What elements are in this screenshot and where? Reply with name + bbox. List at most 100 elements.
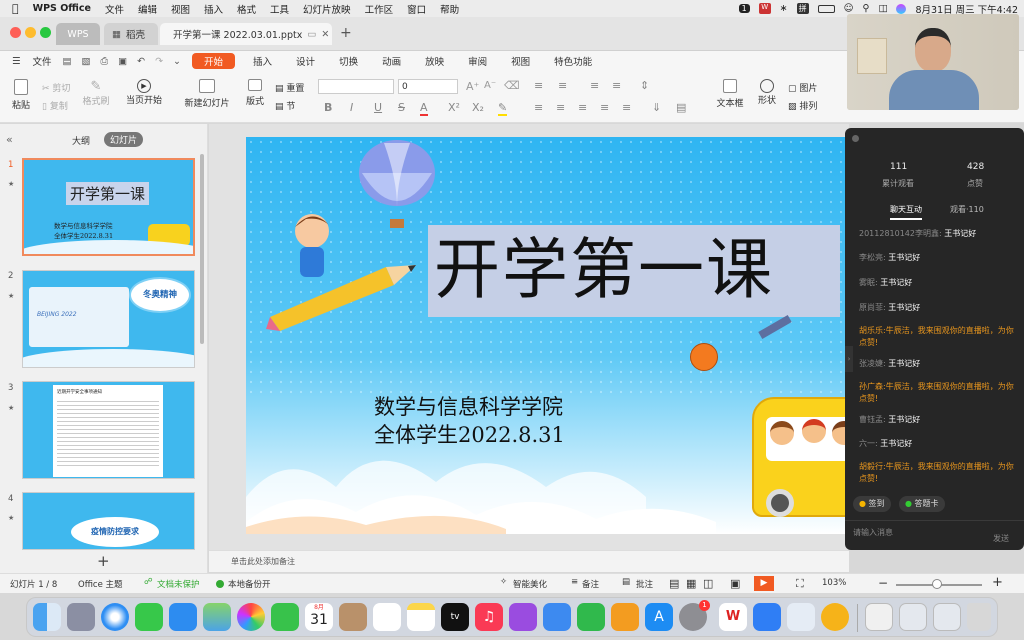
numbers-icon[interactable] [577,603,605,631]
zoom-window-button[interactable] [40,27,51,38]
notes-icon[interactable] [407,603,435,631]
shrink-font-icon[interactable]: A⁻ [484,80,496,91]
print-icon[interactable]: ⎙ [96,56,114,67]
numbering-icon[interactable]: ≡ [558,79,567,92]
arrange-button[interactable]: ▨ 排列 [788,99,817,112]
pages-icon[interactable] [611,603,639,631]
appletv-icon[interactable]: tv [441,603,469,631]
tab-wps-home[interactable]: WPS [56,23,100,45]
menu-slideshow[interactable]: 幻灯片放映 [303,2,351,16]
layout-button[interactable]: 版式 [240,79,270,107]
strike-button[interactable]: S [398,101,405,114]
picture-button[interactable]: ▢ 图片 [788,81,817,94]
tab-document[interactable]: 开学第一课 2022.03.01.pptx ▭ ✕ [160,23,332,45]
backup-status[interactable]: 本地备份开 [228,578,271,590]
panel-expand-handle[interactable]: › [845,346,853,372]
indent-icon[interactable]: ≡ [590,79,599,92]
tab-insert[interactable]: 插入 [241,51,284,71]
normal-view-icon[interactable]: ▤ [669,577,679,590]
new-tab-button[interactable]: + [340,25,352,41]
text-align-icon[interactable]: ▤ [676,101,686,114]
trash-icon[interactable] [967,603,991,631]
tencent-meeting-icon[interactable] [821,603,849,631]
italic-button[interactable]: I [350,101,353,114]
presenter-icon[interactable]: ▣ [730,577,740,590]
tab-design[interactable]: 设计 [284,51,327,71]
apple-icon[interactable]:  [12,2,19,15]
menubar-app-name[interactable]: WPS Office [33,3,91,14]
superscript-button[interactable]: X² [448,101,460,114]
play-slideshow-button[interactable]: ▶ [754,576,774,591]
zoom-in-button[interactable]: + [992,575,1003,590]
slide-subtitle-line1[interactable]: 数学与信息科学学院 [374,391,563,421]
photos-icon[interactable] [237,603,265,631]
wps-tray-icon[interactable]: W [758,3,771,14]
tab-slideshow[interactable]: 放映 [413,51,456,71]
live-panel-close-icon[interactable] [852,135,859,142]
thumbnail-scrollbar[interactable] [200,154,204,344]
menu-workspace[interactable]: 工作区 [365,2,394,16]
align-left-icon[interactable]: ≡ [534,101,543,114]
document-icon[interactable] [865,603,893,631]
beautify-button[interactable]: 智能美化 [513,578,547,590]
tab-viewers[interactable]: 观看·110 [950,204,984,215]
export-pdf-icon[interactable]: ▧ [77,56,96,67]
align-center-icon[interactable]: ≡ [556,101,565,114]
notes-pane[interactable]: 单击此处添加备注 [209,550,849,572]
zoom-level[interactable]: 103% [822,578,846,588]
safari-icon[interactable] [101,603,129,631]
menu-view[interactable]: 视图 [171,2,190,16]
tab-transition[interactable]: 切换 [327,51,370,71]
paste-button[interactable]: 粘贴 [8,79,34,111]
subscript-button[interactable]: X₂ [472,101,484,114]
mail-icon[interactable] [169,603,197,631]
podcasts-icon[interactable] [509,603,537,631]
wps-office-icon[interactable]: W [719,603,747,631]
control-center-icon[interactable]: ◫ [879,3,888,14]
menu-help[interactable]: 帮助 [440,2,459,16]
wifi-icon[interactable]: ☺ [844,3,854,14]
copy-button[interactable]: ▯ 复制 [42,99,68,112]
bluetooth-icon[interactable]: ∗ [780,3,788,14]
tab-view[interactable]: 视图 [499,51,542,71]
facetime-icon[interactable] [271,603,299,631]
input-method-icon[interactable]: 拼 [796,3,809,14]
siri-icon[interactable] [896,3,907,14]
theme-name[interactable]: Office 主题 [78,578,123,590]
reading-view-icon[interactable]: ◫ [703,577,713,590]
slide-1[interactable]: 开学第一课 数学与信息科学学院 全体学生2022.8.31 [246,137,846,534]
music-icon[interactable]: ♫ [475,603,503,631]
new-slide-button[interactable]: 新建幻灯片 [180,79,234,109]
chat-input[interactable]: 请输入消息 发送 [845,520,1024,550]
redo-icon[interactable]: ↷ [150,56,168,67]
tab-docer[interactable]: ▦ 稻壳 [104,23,158,45]
format-painter-button[interactable]: ✎ 格式刷 [82,79,110,107]
section-button[interactable]: ▤ 节 [275,99,295,112]
downloads-stack-icon[interactable] [899,603,927,631]
menu-format[interactable]: 格式 [237,2,256,16]
text-direction-icon[interactable]: ⇓ [652,101,661,114]
keynote-icon[interactable] [543,603,571,631]
search-icon[interactable]: ⚲ [863,3,870,14]
tab-special[interactable]: 特色功能 [542,51,604,71]
checkin-button[interactable]: ● 签到 [853,496,891,512]
clear-format-icon[interactable]: ⌫ [504,79,520,92]
justify-icon[interactable]: ≡ [600,101,609,114]
menu-file[interactable]: 文件 [105,2,124,16]
line-spacing-icon[interactable]: ⇕ [640,79,649,92]
contacts-icon[interactable] [339,603,367,631]
preview-icon[interactable]: ▣ [113,56,132,67]
collapse-pane-icon[interactable]: « [6,133,13,146]
distribute-icon[interactable]: ≡ [622,101,631,114]
comments-button[interactable]: 批注 [636,578,653,590]
quiz-button[interactable]: ● 答题卡 [899,496,945,512]
tab-review[interactable]: 审阅 [456,51,499,71]
play-from-current-button[interactable]: ▶ 当页开始 [124,79,164,106]
screenshots-stack-icon[interactable] [933,603,961,631]
minimize-window-button[interactable] [25,27,36,38]
battery-icon[interactable] [817,4,835,13]
save-icon[interactable]: ▤ [58,56,77,67]
undo-icon[interactable]: ↶ [132,56,150,67]
zoom-slider-thumb[interactable] [932,579,942,589]
align-right-icon[interactable]: ≡ [578,101,587,114]
